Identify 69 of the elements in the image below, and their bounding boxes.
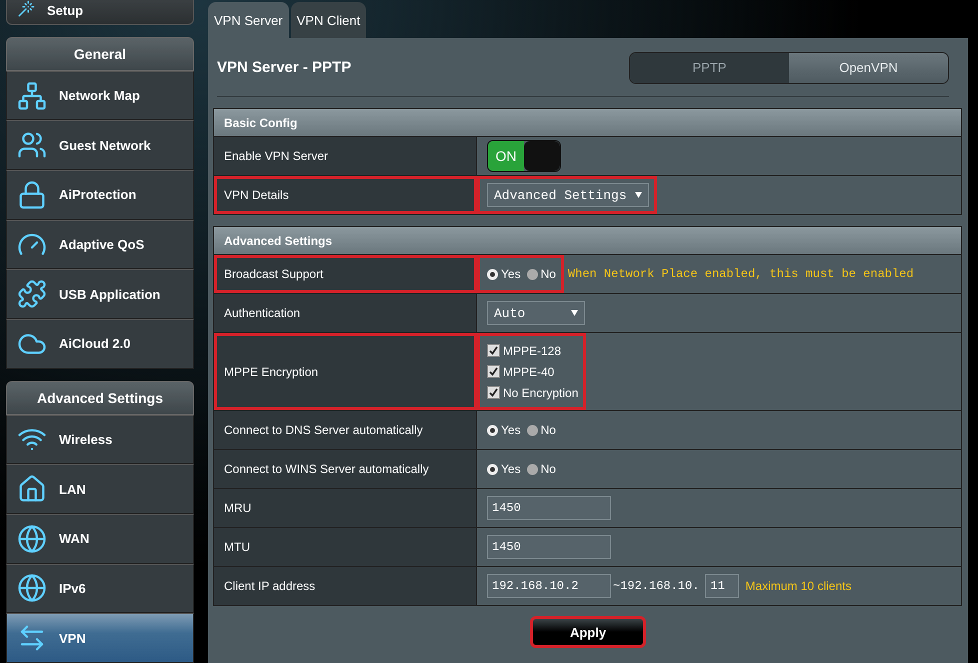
segment-button[interactable]: PPTP: [630, 52, 789, 82]
sidebar-section-header: Advanced Settings: [6, 380, 194, 415]
option-label: Yes: [501, 423, 521, 437]
input-field[interactable]: 1450: [487, 535, 611, 559]
section-header: Advanced Settings: [214, 227, 961, 255]
wand-icon: [17, 0, 35, 18]
sidebar-item[interactable]: IPv6: [6, 564, 194, 614]
option-label: No: [540, 423, 556, 437]
dropdown[interactable]: Advanced Settings: [487, 183, 649, 207]
field-label: Authentication: [214, 294, 477, 332]
network-icon: [17, 80, 47, 111]
sidebar-item[interactable]: VPN: [6, 613, 194, 663]
sidebar-item[interactable]: Network Map: [6, 70, 194, 120]
field-label: MPPE Encryption: [214, 333, 477, 410]
sidebar-item[interactable]: AiCloud 2.0: [6, 319, 194, 369]
sidebar-item[interactable]: Setup: [6, 0, 194, 25]
checkbox[interactable]: [487, 344, 500, 357]
caret-icon: [571, 310, 578, 316]
input-field[interactable]: 11: [705, 574, 740, 598]
checkbox[interactable]: [487, 386, 500, 399]
caret-icon: [635, 192, 642, 198]
tab[interactable]: VPN Client: [290, 2, 366, 38]
option-label: MPPE-40: [503, 364, 554, 378]
sidebar-item[interactable]: AiProtection: [6, 170, 194, 220]
apply-button[interactable]: Apply: [530, 616, 646, 648]
ip-range-text: ~192.168.10.: [613, 579, 700, 593]
sidebar-item[interactable]: Adaptive QoS: [6, 220, 194, 270]
option-label: Yes: [501, 267, 521, 281]
sidebar-item[interactable]: Wireless: [6, 414, 194, 464]
field-label: Connect to WINS Server automatically: [214, 450, 477, 488]
globe-icon: [17, 573, 47, 604]
house-icon: [17, 474, 47, 504]
sidebar-section-header: General: [6, 37, 194, 71]
tab[interactable]: VPN Server: [208, 2, 289, 38]
option-label: No: [540, 462, 556, 476]
dropdown[interactable]: Auto: [487, 301, 585, 325]
field-label: MTU: [214, 528, 477, 566]
checkbox[interactable]: [487, 365, 500, 378]
option-label: Yes: [501, 462, 521, 476]
people-icon: [17, 130, 47, 160]
option-label: No Encryption: [503, 386, 578, 400]
radio-button[interactable]: [487, 424, 498, 436]
radio-button[interactable]: [526, 424, 538, 436]
puzzle-icon: [17, 279, 47, 310]
field-label: Client IP address: [214, 567, 477, 605]
sidebar-item[interactable]: WAN: [6, 514, 194, 564]
padlock-icon: [17, 180, 47, 210]
field-label: Connect to DNS Server automatically: [214, 411, 477, 449]
section-header: Basic Config: [214, 109, 961, 137]
segment-button[interactable]: OpenVPN: [789, 52, 948, 82]
field-label: MRU: [214, 489, 477, 527]
radio-button[interactable]: [526, 268, 538, 280]
sidebar-item[interactable]: USB Application: [6, 269, 194, 320]
radio-button[interactable]: [487, 268, 498, 280]
input-field[interactable]: 1450: [487, 496, 611, 520]
hint-text: Maximum 10 clients: [745, 579, 852, 593]
option-label: No: [540, 267, 556, 281]
page-title: VPN Server - PPTP: [217, 59, 352, 76]
radio-button[interactable]: [487, 464, 498, 474]
field-label: Broadcast Support: [214, 255, 477, 293]
field-label: Enable VPN Server: [214, 137, 477, 175]
sidebar-item[interactable]: Guest Network: [6, 120, 194, 170]
option-label: MPPE-128: [503, 344, 562, 358]
field-label: VPN Details: [214, 176, 477, 214]
input-field[interactable]: 192.168.10.2: [487, 574, 611, 598]
sidebar-item[interactable]: LAN: [6, 464, 194, 514]
radio-button[interactable]: [526, 464, 538, 474]
hint-text: When Network Place enabled, this must be enabled: [568, 267, 914, 281]
globe-icon: [17, 524, 47, 554]
